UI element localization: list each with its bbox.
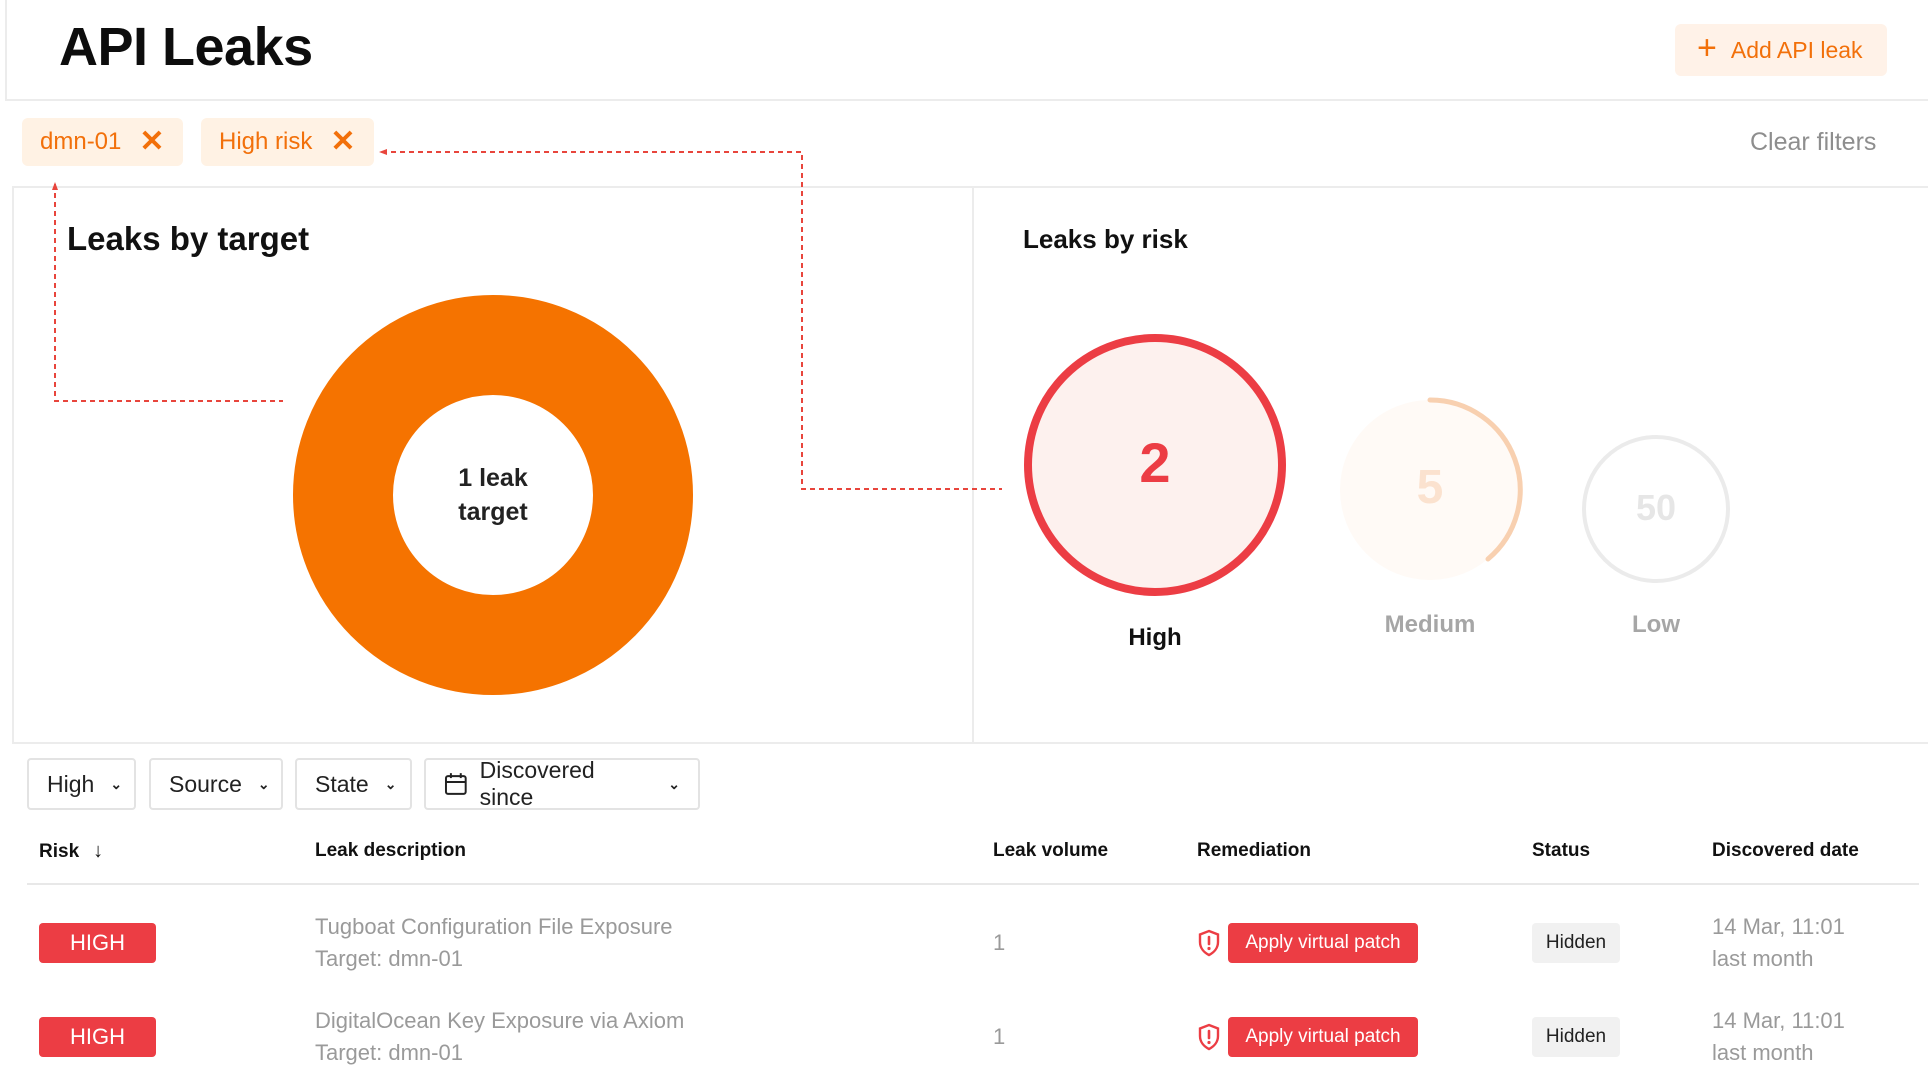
divider xyxy=(27,883,1919,885)
leak-title[interactable]: Tugboat Configuration File Exposure xyxy=(315,911,673,943)
column-header-risk[interactable]: Risk ↓ xyxy=(39,840,103,863)
status-badge: Hidden xyxy=(1532,1017,1620,1057)
filter-chip-label: dmn-01 xyxy=(40,128,122,155)
column-header-volume[interactable]: Leak volume xyxy=(993,840,1108,862)
close-icon[interactable]: ✕ xyxy=(139,127,164,157)
source-filter-value: Source xyxy=(169,770,242,797)
source-filter-dropdown[interactable]: Source ⌄ xyxy=(149,758,283,810)
risk-filter-dropdown[interactable]: High ⌄ xyxy=(27,758,136,810)
leak-target: Target: dmn-01 xyxy=(315,946,463,971)
add-api-leak-label: Add API leak xyxy=(1730,36,1863,63)
state-filter-value: State xyxy=(315,770,369,797)
leak-volume: 1 xyxy=(993,930,1006,955)
donut-center-line1: 1 leak xyxy=(458,464,528,492)
chevron-down-icon: ⌄ xyxy=(668,775,680,792)
shield-alert-icon xyxy=(1198,1023,1220,1051)
column-header-description[interactable]: Leak description xyxy=(315,840,466,862)
calendar-icon xyxy=(444,773,467,795)
risk-label-high: High xyxy=(1128,624,1182,651)
discovered-date: 14 Mar, 11:01 xyxy=(1712,914,1845,939)
filter-chip-risk: High risk ✕ xyxy=(201,118,374,166)
shield-alert-icon xyxy=(1198,929,1220,957)
risk-value-medium: 5 xyxy=(1416,461,1444,514)
filter-chip-target: dmn-01 ✕ xyxy=(22,118,183,166)
chevron-down-icon: ⌄ xyxy=(384,775,397,792)
discovered-relative: last month xyxy=(1712,1040,1814,1065)
column-header-remediation[interactable]: Remediation xyxy=(1197,840,1311,862)
filter-chip-label: High risk xyxy=(219,128,313,155)
page-header: API Leaks + Add API leak xyxy=(5,0,1928,101)
page-title: API Leaks xyxy=(59,17,313,77)
discovered-date: 14 Mar, 11:01 xyxy=(1712,1008,1845,1033)
risk-value-high: 2 xyxy=(1139,431,1171,494)
donut-center-label: 1 leak target xyxy=(392,394,594,596)
donut-center-line2: target xyxy=(458,498,528,526)
add-api-leak-button[interactable]: + Add API leak xyxy=(1675,24,1887,76)
leak-title[interactable]: DigitalOcean Key Exposure via Axiom xyxy=(315,1005,684,1037)
divider xyxy=(12,742,1928,744)
apply-virtual-patch-button[interactable]: Apply virtual patch xyxy=(1228,1017,1418,1057)
discovered-since-value: Discovered since xyxy=(479,757,595,810)
leak-volume: 1 xyxy=(993,1024,1006,1049)
leaks-by-risk-title: Leaks by risk xyxy=(1023,224,1188,254)
column-header-date[interactable]: Discovered date xyxy=(1712,840,1859,862)
discovered-relative: last month xyxy=(1712,946,1814,971)
status-badge: Hidden xyxy=(1532,923,1620,963)
close-icon[interactable]: ✕ xyxy=(330,127,355,157)
plus-icon: + xyxy=(1697,29,1717,67)
column-header-risk-label: Risk xyxy=(39,840,80,862)
leaks-by-target-title: Leaks by target xyxy=(67,220,310,257)
column-header-status[interactable]: Status xyxy=(1532,840,1590,862)
risk-badge: HIGH xyxy=(39,1017,156,1057)
risk-label-low: Low xyxy=(1632,611,1680,638)
risk-badge: HIGH xyxy=(39,923,156,963)
risk-filter-value: High xyxy=(47,770,95,797)
leak-target: Target: dmn-01 xyxy=(315,1040,463,1065)
risk-value-low: 50 xyxy=(1635,487,1677,528)
risk-label-medium: Medium xyxy=(1384,611,1476,638)
discovered-since-dropdown[interactable]: Discovered since ⌄ xyxy=(424,757,700,810)
chevron-down-icon: ⌄ xyxy=(110,775,123,792)
arrow-down-icon: ↓ xyxy=(93,840,104,862)
apply-virtual-patch-button[interactable]: Apply virtual patch xyxy=(1228,923,1418,963)
clear-filters-link[interactable]: Clear filters xyxy=(1750,128,1876,157)
state-filter-dropdown[interactable]: State ⌄ xyxy=(295,758,412,810)
chevron-down-icon: ⌄ xyxy=(257,775,270,792)
